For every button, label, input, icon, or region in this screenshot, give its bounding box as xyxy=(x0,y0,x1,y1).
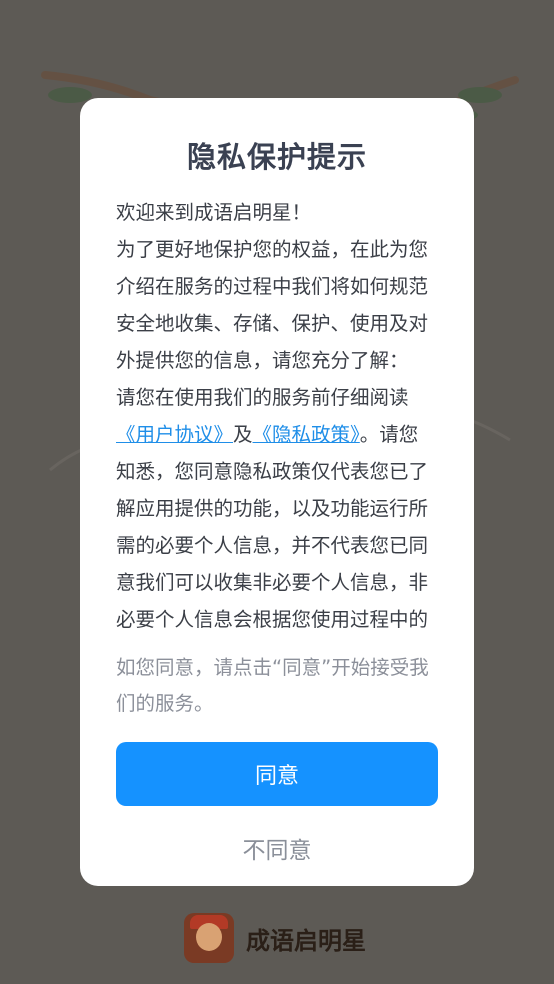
policy-suffix-text: 。请您知悉，您同意隐私政策仅代表您已了解应用提供的功能，以及功能运行所需的必要个… xyxy=(116,423,429,630)
app-logo-icon xyxy=(184,913,234,963)
policy-paragraph: 请您在使用我们的服务前仔细阅读《用户协议》及《隐私政策》。请您知悉，您同意隐私政… xyxy=(116,379,436,630)
agree-button[interactable]: 同意 xyxy=(116,742,438,806)
app-branding: 成语启明星 xyxy=(184,912,366,964)
and-text: 及 xyxy=(233,423,253,446)
policy-prefix-text: 请您在使用我们的服务前仔细阅读 xyxy=(116,386,409,409)
privacy-dialog: 隐私保护提示 欢迎来到成语启明星！ 为了更好地保护您的权益，在此为您介绍在服务的… xyxy=(80,98,474,886)
disagree-button[interactable]: 不同意 xyxy=(116,824,438,872)
app-name: 成语启明星 xyxy=(246,926,366,955)
privacy-policy-link[interactable]: 《隐私政策》 xyxy=(253,423,360,446)
intro-paragraph: 为了更好地保护您的权益，在此为您介绍在服务的过程中我们将如何规范安全地收集、存储… xyxy=(116,238,429,372)
user-agreement-link[interactable]: 《用户协议》 xyxy=(116,423,233,446)
privacy-content[interactable]: 欢迎来到成语启明星！ 为了更好地保护您的权益，在此为您介绍在服务的过程中我们将如… xyxy=(116,194,436,630)
dialog-title: 隐私保护提示 xyxy=(186,140,367,174)
consent-notice: 如您同意，请点击“同意”开始接受我们的服务。 xyxy=(116,656,429,715)
greeting-text: 欢迎来到成语启明星！ xyxy=(116,201,312,224)
